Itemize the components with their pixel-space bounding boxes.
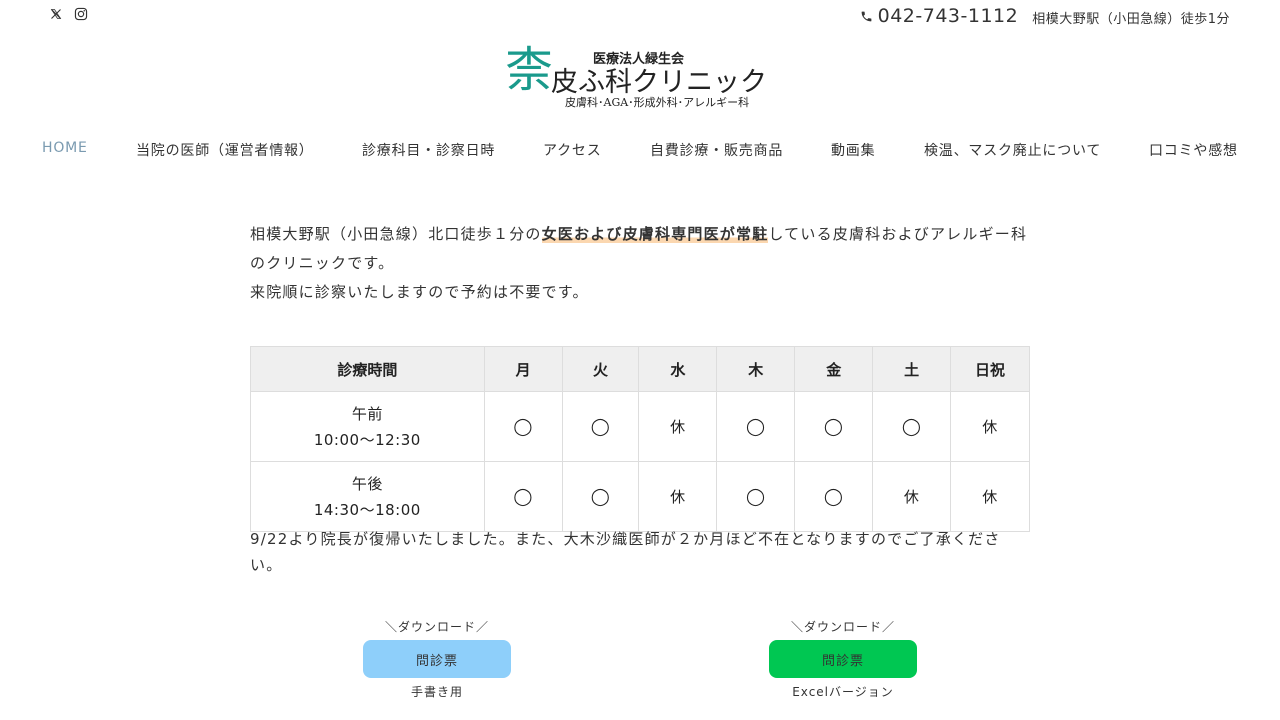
logo-mark: 柰 bbox=[505, 42, 554, 98]
social-links bbox=[50, 7, 88, 21]
header-thu: 木 bbox=[716, 346, 796, 392]
schedule-table: 診療時間 月 火 水 木 金 土 日祝 午前 10:00～12:30 ◯ ◯ 休 … bbox=[250, 346, 1030, 532]
day-cell: ◯ bbox=[483, 391, 563, 462]
period-cell: 午前 10:00～12:30 bbox=[250, 391, 485, 462]
header-hours: 診療時間 bbox=[250, 346, 485, 392]
nav-videos[interactable]: 動画集 bbox=[831, 140, 875, 160]
nav-doctors[interactable]: 当院の医師（運営者情報） bbox=[136, 140, 314, 160]
intro-highlight: 女医および皮膚科専門医が常駐 bbox=[541, 225, 769, 243]
download-handwritten: ＼ダウンロード／ 問診票 手書き用 bbox=[363, 618, 511, 700]
notice-text: 9/22より院長が復帰いたしました。また、大木沙織医師が２か月ほど不在となります… bbox=[250, 530, 1001, 574]
download-label: ＼ダウンロード／ bbox=[384, 620, 489, 634]
header-fri: 金 bbox=[794, 346, 874, 392]
clinic-logo[interactable]: 柰 医療法人緑生会 皮ふ科クリニック 皮膚科･AGA･形成外科･アレルギー科 bbox=[505, 44, 775, 112]
day-cell: 休 bbox=[638, 461, 718, 532]
download-caption: Excelバージョン bbox=[792, 685, 894, 699]
table-row: 午後 14:30～18:00 ◯ ◯ 休 ◯ ◯ 休 休 bbox=[250, 461, 1030, 532]
period-time: 14:30～18:00 bbox=[313, 500, 421, 519]
header-sun-holiday: 日祝 bbox=[950, 346, 1030, 392]
phone-icon bbox=[860, 10, 873, 23]
download-excel: ＼ダウンロード／ 問診票 Excelバージョン bbox=[769, 618, 917, 700]
day-cell: 休 bbox=[638, 391, 718, 462]
x-icon[interactable] bbox=[50, 8, 62, 20]
period-time: 10:00～12:30 bbox=[313, 430, 421, 449]
day-cell: 休 bbox=[950, 391, 1030, 462]
intro-section: 相模大野駅（小田急線）北口徒歩１分の女医および皮膚科専門医が常駐している皮膚科お… bbox=[250, 220, 1030, 307]
nav-access[interactable]: アクセス bbox=[543, 140, 602, 160]
day-cell: ◯ bbox=[483, 461, 563, 532]
period-label: 午後 bbox=[351, 474, 383, 493]
day-cell: ◯ bbox=[561, 391, 640, 462]
intro-text: 相模大野駅（小田急線）北口徒歩１分の女医および皮膚科専門医が常駐している皮膚科お… bbox=[250, 220, 1030, 307]
instagram-icon[interactable] bbox=[74, 7, 88, 21]
intro-line2: 来院順に診察いたしますので予約は不要です。 bbox=[250, 283, 589, 301]
day-cell: ◯ bbox=[794, 391, 874, 462]
questionnaire-excel-button[interactable]: 問診票 bbox=[769, 640, 917, 678]
top-bar: 042-743-1112 相模大野駅（小田急線）徒歩1分 bbox=[0, 0, 1280, 32]
header-tue: 火 bbox=[561, 346, 640, 392]
day-cell: 休 bbox=[950, 461, 1030, 532]
day-cell: ◯ bbox=[716, 461, 796, 532]
nav-home[interactable]: HOME bbox=[42, 140, 88, 156]
phone-text: 042-743-1112 bbox=[877, 5, 1019, 27]
nav-reviews[interactable]: 口コミや感想 bbox=[1149, 140, 1238, 160]
logo-departments: 皮膚科･AGA･形成外科･アレルギー科 bbox=[565, 96, 750, 109]
day-cell: ◯ bbox=[561, 461, 640, 532]
day-cell: ◯ bbox=[872, 391, 952, 462]
station-info: 相模大野駅（小田急線）徒歩1分 bbox=[1032, 11, 1230, 27]
header-wed: 水 bbox=[638, 346, 718, 392]
period-label: 午前 bbox=[351, 404, 383, 423]
nav-departments-hours[interactable]: 診療科目・診察日時 bbox=[362, 140, 495, 160]
table-header-row: 診療時間 月 火 水 木 金 土 日祝 bbox=[250, 346, 1030, 392]
nav-self-pay[interactable]: 自費診療・販売商品 bbox=[650, 140, 783, 160]
period-cell: 午後 14:30～18:00 bbox=[250, 461, 485, 532]
phone-number[interactable]: 042-743-1112 bbox=[860, 5, 1019, 27]
header-sat: 土 bbox=[872, 346, 952, 392]
download-caption: 手書き用 bbox=[410, 685, 463, 699]
day-cell: 休 bbox=[872, 461, 952, 532]
questionnaire-handwritten-button[interactable]: 問診票 bbox=[363, 640, 511, 678]
nav-mask-policy[interactable]: 検温、マスク廃止について bbox=[924, 140, 1101, 160]
download-label: ＼ダウンロード／ bbox=[790, 620, 895, 634]
table-row: 午前 10:00～12:30 ◯ ◯ 休 ◯ ◯ ◯ 休 bbox=[250, 391, 1030, 462]
header-mon: 月 bbox=[483, 346, 563, 392]
main-nav: HOME 当院の医師（運営者情報） 診療科目・診察日時 アクセス 自費診療・販売… bbox=[0, 140, 1280, 162]
day-cell: ◯ bbox=[716, 391, 796, 462]
contact-info: 042-743-1112 相模大野駅（小田急線）徒歩1分 bbox=[860, 5, 1230, 27]
intro-part1: 相模大野駅（小田急線）北口徒歩１分の bbox=[250, 225, 542, 243]
day-cell: ◯ bbox=[794, 461, 874, 532]
